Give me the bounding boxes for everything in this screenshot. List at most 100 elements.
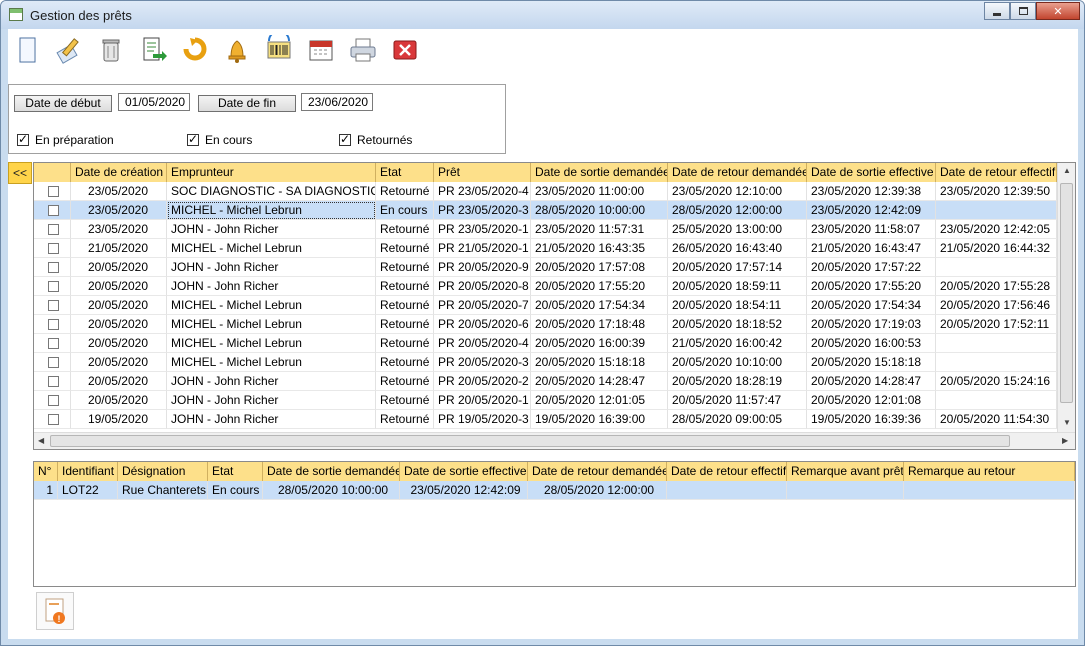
table-cell: PR 20/05/2020-3 — [434, 353, 531, 372]
column-header[interactable]: Identifiant — [58, 462, 118, 481]
row-select-cell[interactable] — [34, 182, 71, 201]
column-header[interactable]: Date de retour demandée — [668, 163, 807, 182]
checkbox-en-preparation[interactable]: En préparation — [17, 132, 114, 147]
horizontal-scrollbar[interactable]: ◀ ▶ — [34, 432, 1075, 449]
row-checkbox[interactable] — [48, 395, 59, 406]
row-select-cell[interactable] — [34, 315, 71, 334]
table-row[interactable]: 20/05/2020 MICHEL - Michel Lebrun Retourné… — [34, 315, 1057, 334]
window-title: Gestion des prêts — [30, 8, 132, 23]
table-cell: 20/05/2020 — [71, 315, 167, 334]
export-sheet-button[interactable] — [136, 34, 170, 66]
column-header[interactable]: Etat — [208, 462, 263, 481]
table-row[interactable]: 1 LOT22 Rue Chanterets En cours 28/05/2020 1… — [34, 481, 1075, 500]
minimize-button[interactable] — [984, 2, 1010, 20]
end-date-field[interactable]: 23/06/2020 — [301, 93, 373, 111]
row-select-cell[interactable] — [34, 372, 71, 391]
table-cell: 19/05/2020 16:39:36 — [807, 410, 936, 429]
row-select-cell[interactable] — [34, 201, 71, 220]
row-checkbox[interactable] — [48, 243, 59, 254]
row-checkbox[interactable] — [48, 319, 59, 330]
table-cell: 23/05/2020 12:10:00 — [668, 182, 807, 201]
printer-button[interactable] — [346, 34, 380, 66]
table-cell: JOHN - John Richer — [167, 372, 376, 391]
row-select-cell[interactable] — [34, 353, 71, 372]
table-cell: JOHN - John Richer — [167, 258, 376, 277]
column-header[interactable]: Date de retour effectif — [936, 163, 1057, 182]
table-row[interactable]: 20/05/2020 MICHEL - Michel Lebrun Retourné… — [34, 353, 1057, 372]
row-checkbox[interactable] — [48, 205, 59, 216]
column-header[interactable]: Date de retour effectif — [667, 462, 787, 481]
checkbox-box[interactable] — [17, 132, 29, 146]
row-select-cell[interactable] — [34, 258, 71, 277]
table-cell: 23/05/2020 12:39:38 — [807, 182, 936, 201]
table-row[interactable]: 19/05/2020 JOHN - John Richer Retourné PR 1… — [34, 410, 1057, 429]
column-header[interactable]: Date de sortie demandée — [263, 462, 400, 481]
row-select-cell[interactable] — [34, 391, 71, 410]
column-header[interactable]: Date de sortie effective — [807, 163, 936, 182]
column-header[interactable]: Prêt — [434, 163, 531, 182]
row-select-cell[interactable] — [34, 296, 71, 315]
row-select-cell[interactable] — [34, 334, 71, 353]
table-row[interactable]: 20/05/2020 JOHN - John Richer Retourné PR 2… — [34, 372, 1057, 391]
loan-details-grid: N° Identifiant Désignation Etat Date de sort… — [33, 461, 1076, 587]
vertical-scrollbar[interactable]: ▲ ▼ — [1057, 163, 1075, 433]
row-checkbox[interactable] — [48, 338, 59, 349]
row-checkbox[interactable] — [48, 281, 59, 292]
calendar-button[interactable] — [304, 34, 338, 66]
return-arrow-button[interactable] — [178, 34, 212, 66]
column-header[interactable]: Date de création — [71, 163, 167, 182]
row-checkbox[interactable] — [48, 357, 59, 368]
row-checkbox[interactable] — [48, 224, 59, 235]
new-document-button[interactable] — [10, 34, 44, 66]
column-header[interactable] — [34, 163, 71, 182]
table-row[interactable]: 21/05/2020 MICHEL - Michel Lebrun Retourné… — [34, 239, 1057, 258]
table-row[interactable]: 23/05/2020 JOHN - John Richer Retourné PR 2… — [34, 220, 1057, 239]
close-x-button[interactable] — [388, 34, 422, 66]
table-row[interactable]: 20/05/2020 JOHN - John Richer Retourné PR 2… — [34, 277, 1057, 296]
bell-button[interactable] — [220, 34, 254, 66]
row-select-cell[interactable] — [34, 410, 71, 429]
edit-pencil-button[interactable] — [52, 34, 86, 66]
checkbox-en-cours[interactable]: En cours — [187, 132, 252, 147]
row-checkbox[interactable] — [48, 376, 59, 387]
trash-can-button[interactable] — [94, 34, 128, 66]
row-select-cell[interactable] — [34, 239, 71, 258]
column-header[interactable]: Date de sortie demandée — [531, 163, 668, 182]
start-date-field[interactable]: 01/05/2020 — [118, 93, 190, 111]
column-header[interactable]: Désignation — [118, 462, 208, 481]
table-row[interactable]: 20/05/2020 JOHN - John Richer Retourné PR 2… — [34, 258, 1057, 277]
column-header[interactable]: Date de sortie effective — [400, 462, 528, 481]
row-checkbox[interactable] — [48, 186, 59, 197]
row-select-cell[interactable] — [34, 277, 71, 296]
column-header[interactable]: Etat — [376, 163, 434, 182]
scroll-down-icon[interactable]: ▼ — [1063, 418, 1071, 427]
maximize-button[interactable] — [1010, 2, 1036, 20]
scroll-thumb[interactable] — [50, 435, 1010, 447]
row-checkbox[interactable] — [48, 300, 59, 311]
row-checkbox[interactable] — [48, 262, 59, 273]
table-row[interactable]: 20/05/2020 JOHN - John Richer Retourné PR 2… — [34, 391, 1057, 410]
close-button[interactable]: ✕ — [1036, 2, 1080, 20]
checkbox-retournes[interactable]: Retournés — [339, 132, 412, 147]
column-header[interactable]: Date de retour demandée — [528, 462, 667, 481]
scroll-thumb[interactable] — [1060, 183, 1073, 403]
row-select-cell[interactable] — [34, 220, 71, 239]
table-row[interactable]: 20/05/2020 MICHEL - Michel Lebrun Retourné… — [34, 334, 1057, 353]
checkbox-box[interactable] — [339, 132, 351, 146]
column-header[interactable]: N° — [34, 462, 58, 481]
row-checkbox[interactable] — [48, 414, 59, 425]
table-row[interactable]: 23/05/2020 MICHEL - Michel Lebrun En cours… — [34, 201, 1057, 220]
barcode-scan-button[interactable] — [262, 34, 296, 66]
scroll-left-icon[interactable]: ◀ — [38, 436, 44, 445]
scroll-right-icon[interactable]: ▶ — [1062, 436, 1068, 445]
collapse-panel-button[interactable]: << — [8, 162, 32, 184]
checkbox-box[interactable] — [187, 132, 199, 146]
column-header[interactable]: Emprunteur — [167, 163, 376, 182]
table-row[interactable]: 23/05/2020 SOC DIAGNOSTIC - SA DIAGNOSTIC… — [34, 182, 1057, 201]
table-cell: 20/05/2020 17:19:03 — [807, 315, 936, 334]
alert-document-button[interactable]: ! — [36, 592, 74, 630]
column-header[interactable]: Remarque avant prêt — [787, 462, 904, 481]
table-row[interactable]: 20/05/2020 MICHEL - Michel Lebrun Retourné… — [34, 296, 1057, 315]
column-header[interactable]: Remarque au retour — [904, 462, 1075, 481]
scroll-up-icon[interactable]: ▲ — [1063, 166, 1071, 175]
